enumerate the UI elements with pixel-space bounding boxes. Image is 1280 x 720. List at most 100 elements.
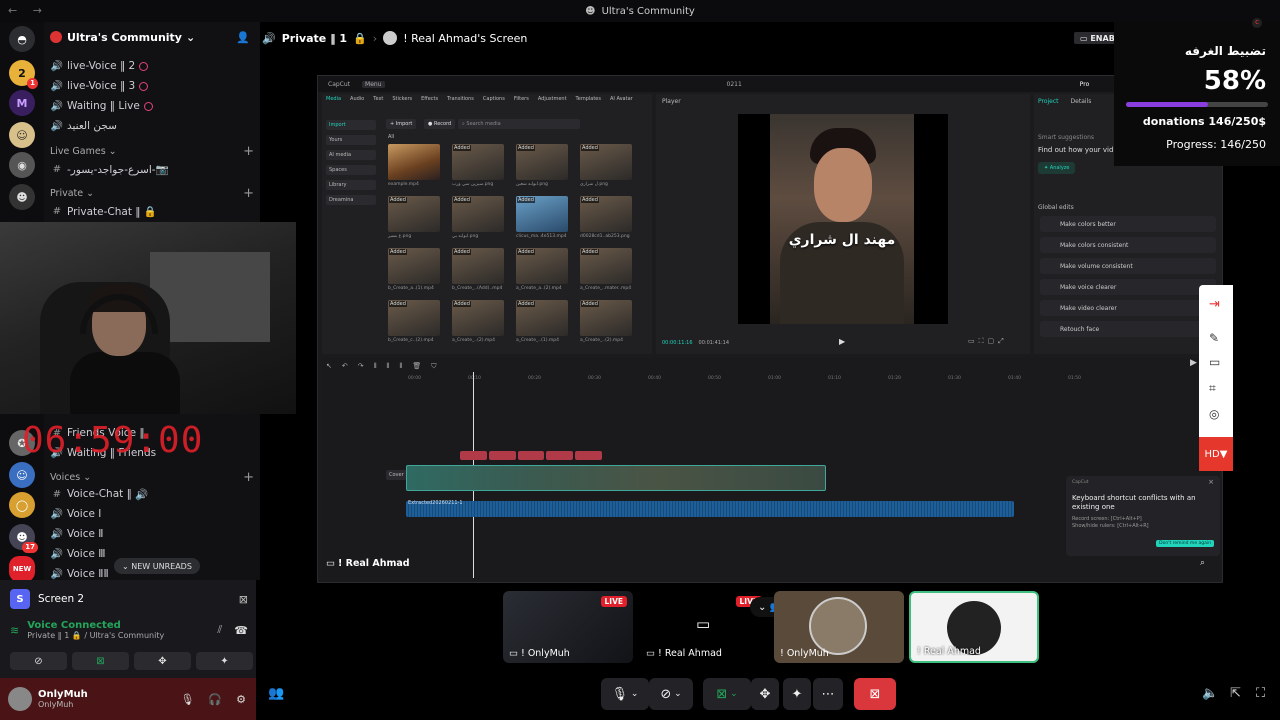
- category-voices[interactable]: Voices ⌄ +: [50, 470, 254, 485]
- server-header[interactable]: Ultra's Community ⌄ 👤: [44, 22, 260, 52]
- import-button[interactable]: + Import: [386, 119, 417, 129]
- tab-templates[interactable]: Templates: [576, 96, 601, 102]
- media-thumbnail[interactable]: Added d0028cd1..ab253.png: [580, 196, 632, 239]
- soundboard-button[interactable]: ✦: [196, 652, 253, 670]
- record-button[interactable]: ● Record: [424, 119, 456, 129]
- tab-adjustment[interactable]: Adjustment: [538, 96, 567, 102]
- capcut-pro[interactable]: Pro: [1080, 81, 1090, 88]
- text-channel[interactable]: # Voice-Chat ‖ 🔊: [50, 485, 148, 503]
- side-spaces[interactable]: Spaces: [326, 165, 376, 175]
- tab-transitions[interactable]: Transitions: [447, 96, 474, 102]
- tab-filters[interactable]: Filters: [514, 96, 529, 102]
- more-button[interactable]: ⋯: [813, 678, 843, 710]
- discord-home-icon[interactable]: ◓: [9, 26, 35, 52]
- server-icon[interactable]: ◯: [9, 492, 35, 518]
- media-thumbnail[interactable]: Added a_Create_a..(2).mp4: [516, 248, 568, 291]
- category-private[interactable]: Private ⌄ +: [50, 186, 254, 201]
- media-thumbnail[interactable]: Added a_Create_..mater..mp4: [580, 248, 632, 291]
- capcut-menu[interactable]: Menu: [362, 80, 385, 88]
- video-track-clip[interactable]: [406, 465, 826, 491]
- media-search-input[interactable]: ⌕ Search media: [458, 119, 580, 129]
- tab-ai-avatar[interactable]: AI Avatar: [610, 96, 633, 102]
- server-icon[interactable]: ◉: [9, 152, 35, 178]
- edit-volume-consistent[interactable]: Make volume consistent: [1040, 258, 1216, 274]
- tab-text[interactable]: Text: [373, 96, 383, 102]
- popup-dismiss-button[interactable]: Don't remind me again: [1156, 540, 1214, 547]
- media-thumbnail[interactable]: Added ابوابه بي.png: [452, 196, 504, 239]
- tab-media[interactable]: Media: [326, 96, 341, 102]
- participant-tile[interactable]: ! OnlyMuh: [774, 591, 904, 663]
- side-dreamina[interactable]: Dreamina: [326, 195, 376, 205]
- edit-colors-consistent[interactable]: Make colors consistent: [1040, 237, 1216, 253]
- voice-channel[interactable]: 🔊 live-Voice ‖ 2: [50, 57, 149, 75]
- text-clip[interactable]: [546, 451, 574, 460]
- media-thumbnail[interactable]: Added b_Create_c..(2).mp4: [388, 300, 440, 343]
- rectangle-icon[interactable]: ▭: [1209, 355, 1220, 369]
- add-friend-icon[interactable]: 👤: [236, 31, 250, 44]
- tab-project[interactable]: Project: [1038, 98, 1059, 105]
- nav-arrows[interactable]: ← →: [8, 4, 48, 17]
- activities-button[interactable]: ✥: [751, 678, 779, 710]
- analyze-button[interactable]: ✦ Analyze: [1038, 162, 1076, 174]
- timeline-tools[interactable]: ↖↶↷⫴⫴⫴🗑⛉: [326, 362, 447, 371]
- add-channel-icon[interactable]: +: [243, 470, 254, 485]
- share-screen-button[interactable]: ⊠ ⌄: [703, 678, 751, 710]
- voice-channel[interactable]: 🔊 Voice Ⅲ: [50, 545, 106, 563]
- close-icon[interactable]: ×: [1208, 478, 1214, 486]
- media-thumbnail[interactable]: Added a_Create_..(1).mp4: [516, 300, 568, 343]
- media-thumbnail[interactable]: Added سيرين سي ورب.png: [452, 144, 504, 187]
- participant-tile[interactable]: LIVE ▭! OnlyMuh: [503, 591, 633, 663]
- voice-channel[interactable]: 🔊 live-Voice ‖ 3: [50, 77, 149, 95]
- popout-icon[interactable]: ⇱: [1230, 686, 1241, 701]
- voice-channel[interactable]: 🔊 سجن العنيد: [50, 117, 117, 135]
- headphones-icon[interactable]: 🎧: [208, 693, 222, 706]
- voice-channel[interactable]: 🔊 Voice Ⅰ: [50, 505, 102, 523]
- add-channel-icon[interactable]: +: [243, 144, 254, 159]
- add-channel-icon[interactable]: +: [243, 186, 254, 201]
- player-tools[interactable]: ▭⛶▢⤢: [968, 337, 1008, 346]
- media-thumbnail[interactable]: example.mp4: [388, 144, 440, 187]
- server-icon[interactable]: ☻: [9, 184, 35, 210]
- cover-button[interactable]: Cover: [386, 470, 407, 480]
- text-clip[interactable]: [460, 451, 487, 460]
- mic-icon[interactable]: 🎙: [180, 693, 194, 706]
- edit-retouch-face[interactable]: Retouch face: [1040, 321, 1216, 337]
- media-thumbnail[interactable]: Added b_Create_a..(1).mp4: [388, 248, 440, 291]
- close-stream-icon[interactable]: ⊠: [239, 593, 248, 606]
- text-clip[interactable]: [575, 451, 602, 460]
- user-avatar[interactable]: [8, 687, 32, 711]
- media-thumbnail[interactable]: Added غ بسير.png: [388, 196, 440, 239]
- media-thumbnail[interactable]: Added clicus_ma..4e513.mp4: [516, 196, 568, 239]
- side-import[interactable]: Import: [326, 120, 376, 130]
- media-thumbnail[interactable]: Added ابوابه شعين.png: [516, 144, 568, 187]
- new-unreads-pill[interactable]: ⌄ NEW UNREADS: [114, 558, 200, 574]
- category-live-games[interactable]: Live Games ⌄ +: [50, 144, 254, 159]
- text-clip[interactable]: [488, 451, 516, 460]
- disconnect-button[interactable]: ⊠: [854, 678, 896, 710]
- volume-icon[interactable]: 🔈: [1202, 686, 1218, 701]
- activities-button[interactable]: ✥: [134, 652, 191, 670]
- tab-effects[interactable]: Effects: [421, 96, 438, 102]
- screen-share-row[interactable]: S Screen 2 ⊠: [10, 588, 248, 610]
- pen-icon[interactable]: ✎: [1209, 331, 1219, 345]
- voice-channel[interactable]: 🔊 Voice Ⅱ: [50, 525, 104, 543]
- play-icon[interactable]: ▶: [839, 337, 845, 346]
- gear-icon[interactable]: ⚙: [236, 693, 246, 706]
- server-icon[interactable]: ☻ 17: [9, 524, 38, 553]
- share-screen-button[interactable]: ⊠: [72, 652, 129, 670]
- tab-stickers[interactable]: Stickers: [392, 96, 412, 102]
- media-thumbnail[interactable]: Added ل شراري.png: [580, 144, 632, 187]
- side-ai-media[interactable]: AI media: [326, 150, 376, 160]
- edit-colors-better[interactable]: Make colors better: [1040, 216, 1216, 232]
- target-icon[interactable]: ◎: [1209, 407, 1219, 421]
- server-icon[interactable]: ☺: [9, 122, 35, 148]
- side-library[interactable]: Library: [326, 180, 376, 190]
- fullscreen-icon[interactable]: ⛶: [1256, 686, 1265, 701]
- collapse-arrow-icon[interactable]: ▶: [1190, 358, 1197, 368]
- crop-icon[interactable]: ⌗: [1209, 381, 1216, 396]
- text-channel[interactable]: # -اسرع-جواجد-يسور-📷: [50, 160, 169, 178]
- soundboard-button[interactable]: ✦: [783, 678, 811, 710]
- side-yours[interactable]: Yours: [326, 135, 376, 145]
- new-badge[interactable]: NEW: [9, 556, 35, 582]
- camera-off-button[interactable]: ⊘: [10, 652, 67, 670]
